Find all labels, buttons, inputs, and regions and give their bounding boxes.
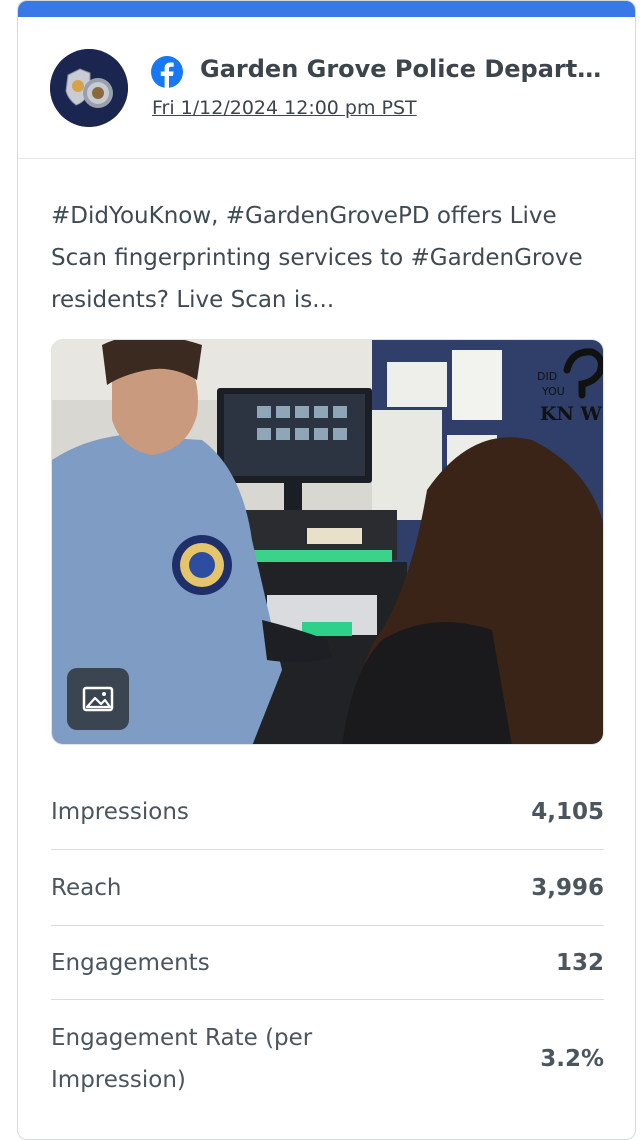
stat-value: 3,996	[531, 874, 604, 901]
stat-value: 3.2%	[540, 1046, 604, 1072]
stat-label: Reach	[51, 874, 122, 901]
stat-label: Engagement Rate (per Impression)	[51, 1025, 313, 1093]
avatar[interactable]	[50, 49, 128, 127]
post-text: #DidYouKnow, #GardenGrovePD offers Live …	[51, 203, 583, 313]
stat-label: Engagements	[51, 949, 210, 976]
stat-row-reach: Reach 3,996	[51, 850, 604, 926]
post-header: Garden Grove Police Department Fri 1/12/…	[18, 17, 635, 159]
facebook-icon	[151, 56, 183, 88]
svg-text:KN W: KN W	[540, 403, 602, 425]
stat-label: Impressions	[51, 799, 189, 825]
stats-table: Impressions 4,105 Reach 3,996 Engagement…	[51, 775, 604, 1118]
stat-row-impressions: Impressions 4,105	[51, 775, 604, 850]
stat-value: 132	[555, 949, 604, 976]
overlay-did: DID	[537, 370, 557, 383]
image-type-badge	[67, 668, 129, 730]
page-name: Garden Grove Police Department	[200, 55, 620, 83]
stat-value: 4,105	[531, 799, 604, 825]
accent-bar	[18, 1, 635, 17]
post-card: Garden Grove Police Department Fri 1/12/…	[17, 0, 636, 1140]
post-image[interactable]: DID YOU KN W	[51, 339, 604, 745]
svg-text:YOU: YOU	[541, 385, 565, 398]
stat-row-engagements: Engagements 132	[51, 926, 604, 1000]
post-date-link[interactable]: Fri 1/12/2024 12:00 pm PST	[152, 97, 417, 119]
stat-row-engagement-rate: Engagement Rate (per Impression) 3.2%	[51, 1000, 604, 1118]
image-icon	[82, 686, 114, 712]
